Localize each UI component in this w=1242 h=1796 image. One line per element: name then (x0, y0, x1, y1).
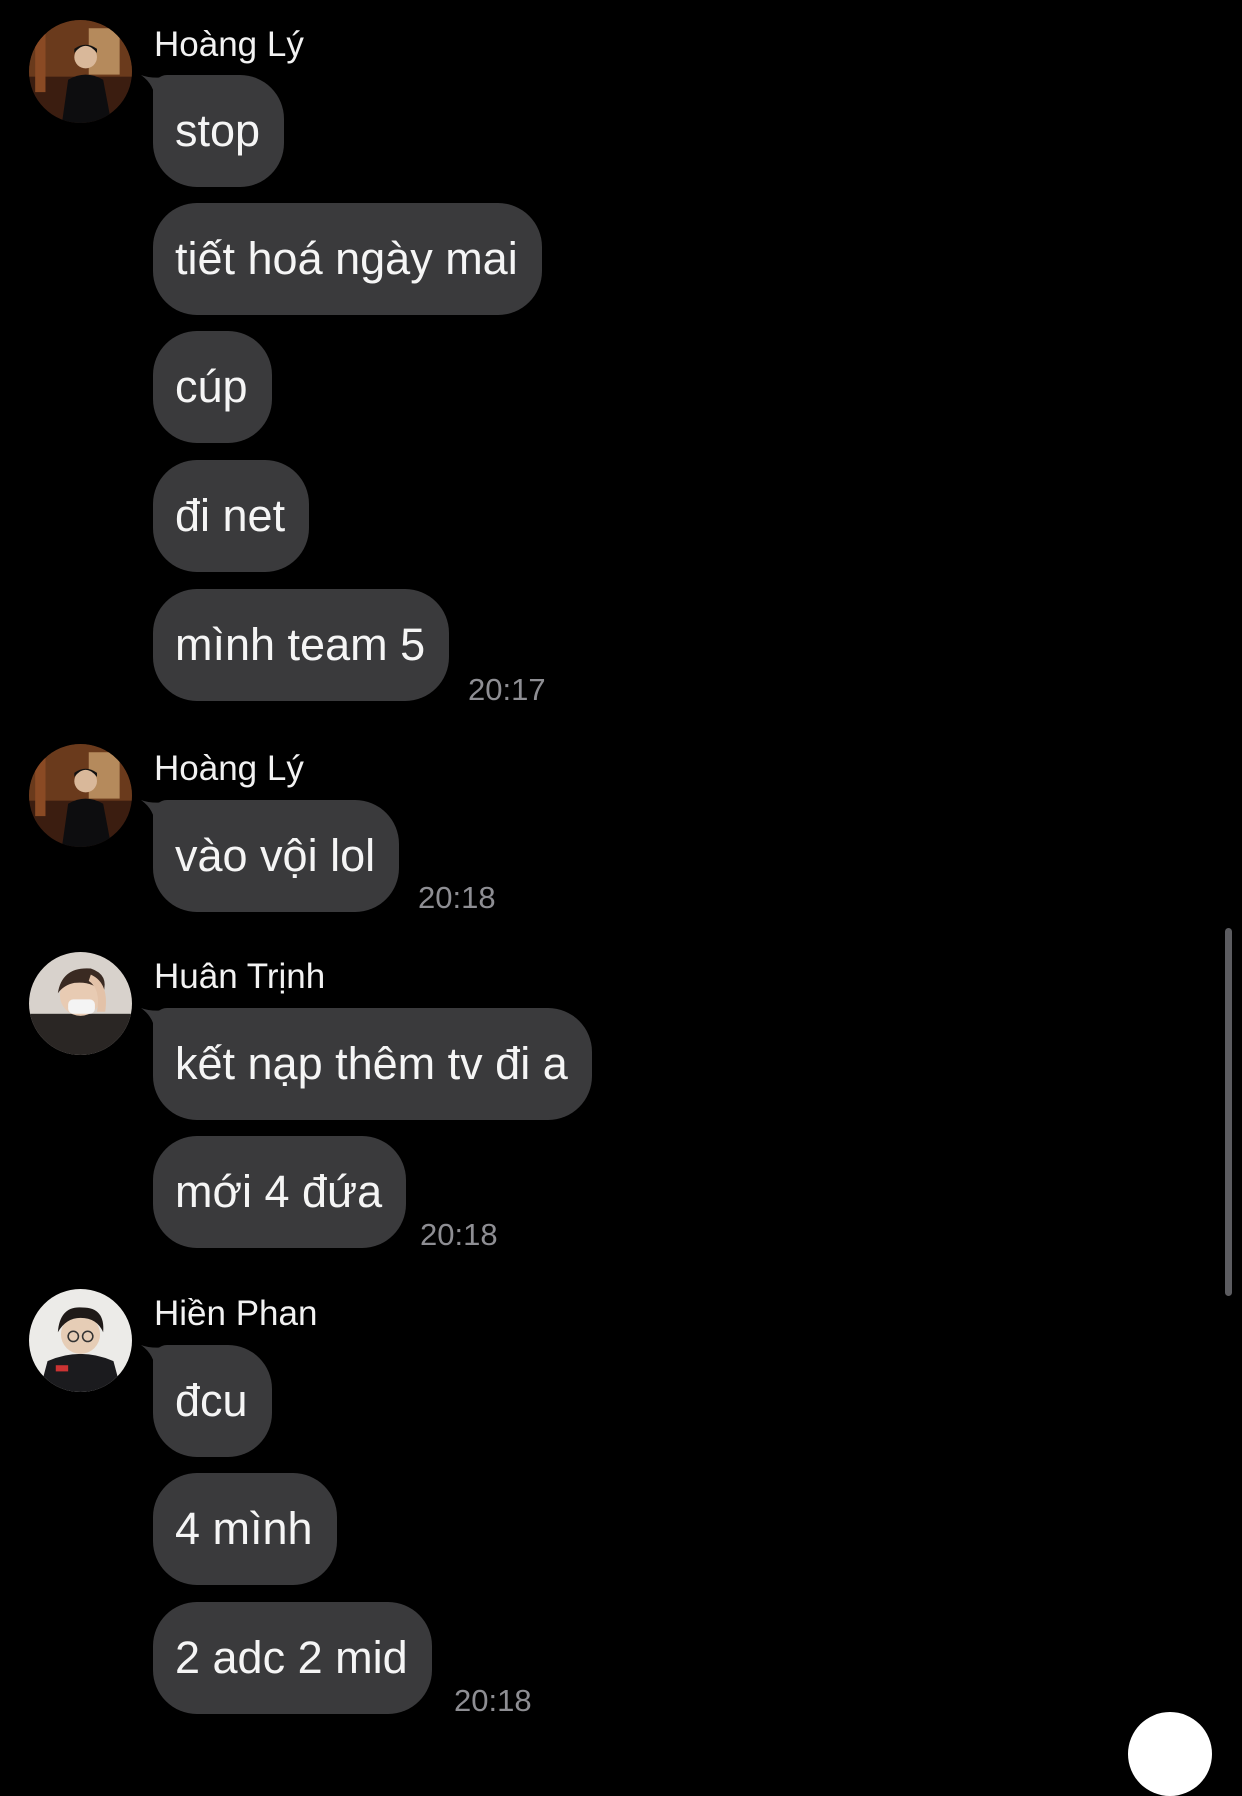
message-bubble[interactable]: mình team 5 (153, 589, 450, 701)
sender-name: Hoàng Lý (154, 25, 304, 64)
scrollbar[interactable] (1225, 928, 1232, 1296)
message-bubble[interactable]: kết nạp thêm tv đi a (153, 1008, 592, 1120)
message-bubble[interactable]: stop (153, 75, 285, 187)
profile-photo (29, 952, 132, 1055)
avatar-hoang-ly[interactable] (29, 20, 132, 123)
avatar-huan-trinh[interactable] (29, 952, 132, 1055)
message-bubble[interactable]: 4 mình (153, 1473, 337, 1585)
scroll-to-bottom-button[interactable] (1128, 1712, 1212, 1796)
profile-photo (29, 20, 132, 123)
avatar-hoang-ly[interactable] (29, 744, 132, 847)
message-timestamp: 20:18 (418, 880, 496, 915)
message-timestamp: 20:18 (454, 1683, 532, 1718)
avatar-hien-phan[interactable] (29, 1289, 132, 1392)
sender-name: Huân Trịnh (154, 957, 326, 996)
sender-name: Hiền Phan (154, 1294, 318, 1333)
message-bubble[interactable]: 2 adc 2 mid (153, 1602, 432, 1714)
message-timestamp: 20:17 (468, 672, 546, 707)
message-bubble[interactable]: cúp (153, 331, 272, 443)
sender-name: Hoàng Lý (154, 749, 304, 788)
profile-photo (29, 744, 132, 847)
message-bubble[interactable]: tiết hoá ngày mai (153, 203, 542, 315)
message-bubble[interactable]: đcu (153, 1345, 272, 1457)
message-bubble[interactable]: vào vội lol (153, 800, 400, 912)
profile-photo (29, 1289, 132, 1392)
message-bubble[interactable]: đi net (153, 460, 310, 572)
message-bubble[interactable]: mới 4 đứa (153, 1136, 407, 1248)
message-timestamp: 20:18 (420, 1217, 498, 1252)
